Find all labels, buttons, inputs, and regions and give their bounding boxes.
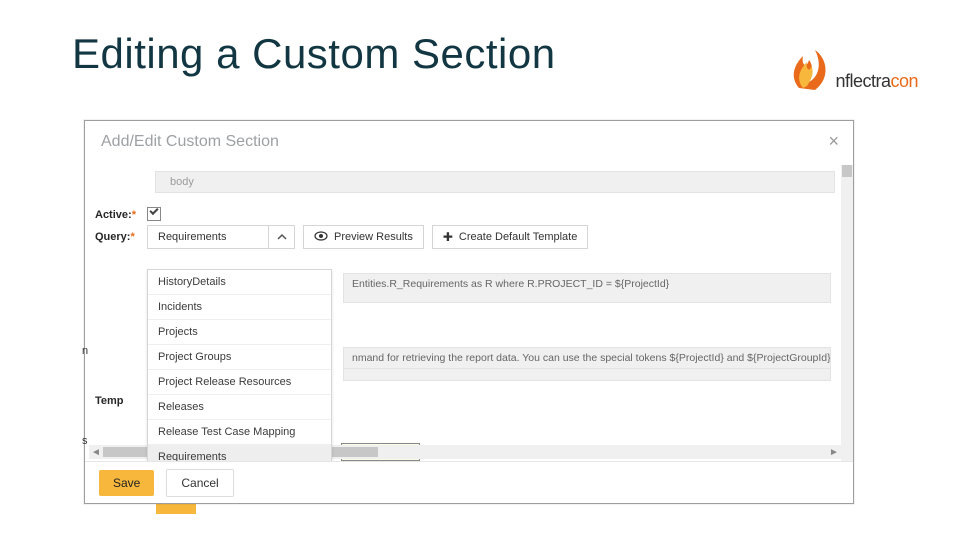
rich-editor-toolbar[interactable]: body: [155, 171, 835, 193]
preview-results-button[interactable]: Preview Results: [303, 225, 424, 249]
query-label-text: Query:: [95, 231, 130, 243]
query-entity-dropdown-list[interactable]: HistoryDetailsIncidentsProjectsProject G…: [147, 269, 332, 461]
query-text-snippet: Entities.R_Requirements as R where R.PRO…: [343, 273, 831, 303]
required-star: *: [130, 231, 134, 243]
brand-logo: nflectracon: [781, 38, 918, 92]
query-help-continuation: [343, 369, 831, 381]
logo-text-post: con: [890, 71, 918, 91]
dropdown-option[interactable]: Releases: [148, 395, 331, 420]
active-label: Active:*: [95, 203, 147, 221]
preview-results-label: Preview Results: [334, 231, 413, 243]
dropdown-option[interactable]: Project Groups: [148, 345, 331, 370]
flame-icon: [781, 38, 831, 92]
save-button[interactable]: Save: [99, 470, 154, 496]
clipped-text: s: [82, 435, 88, 447]
plus-icon: ✚: [443, 230, 453, 244]
create-default-template-button[interactable]: ✚ Create Default Template: [432, 225, 588, 249]
required-star: *: [132, 209, 136, 221]
dropdown-option[interactable]: Release Test Case Mapping: [148, 420, 331, 445]
dropdown-option[interactable]: Projects: [148, 320, 331, 345]
chevron-up-icon[interactable]: [268, 226, 294, 248]
scroll-left-arrow[interactable]: ◄: [89, 445, 103, 459]
query-help-text: nmand for retrieving the report data. Yo…: [343, 347, 831, 369]
logo-text-pre: nflectra: [835, 71, 890, 91]
create-default-template-label: Create Default Template: [459, 231, 577, 243]
modal-dialog: Add/Edit Custom Section × body Active:* …: [84, 120, 854, 504]
cancel-button[interactable]: Cancel: [166, 469, 233, 497]
scroll-right-arrow[interactable]: ►: [827, 445, 841, 459]
query-row: Query:* Requirements Preview Results: [95, 225, 841, 249]
dropdown-option[interactable]: HistoryDetails: [148, 270, 331, 295]
close-icon[interactable]: ×: [828, 131, 839, 152]
query-entity-dropdown[interactable]: Requirements: [147, 225, 295, 249]
modal-footer: Save Cancel: [85, 461, 853, 503]
editor-body-label: body: [170, 176, 194, 188]
modal-body: body Active:* Query:* Requirements: [85, 165, 841, 461]
active-label-text: Active:: [95, 209, 132, 221]
scrollbar-thumb[interactable]: [842, 165, 852, 177]
dropdown-option[interactable]: Project Release Resources: [148, 370, 331, 395]
clipped-text: n: [82, 345, 88, 357]
modal-title: Add/Edit Custom Section: [85, 121, 853, 161]
vertical-scrollbar[interactable]: [841, 165, 853, 461]
query-entity-selected: Requirements: [148, 231, 268, 243]
dropdown-option[interactable]: Incidents: [148, 295, 331, 320]
template-label: Temp: [95, 395, 124, 407]
query-label: Query:*: [95, 225, 147, 243]
eye-icon: [314, 230, 328, 244]
dropdown-option[interactable]: Requirements: [148, 445, 331, 461]
active-checkbox[interactable]: [147, 207, 161, 221]
active-row: Active:*: [95, 203, 841, 221]
